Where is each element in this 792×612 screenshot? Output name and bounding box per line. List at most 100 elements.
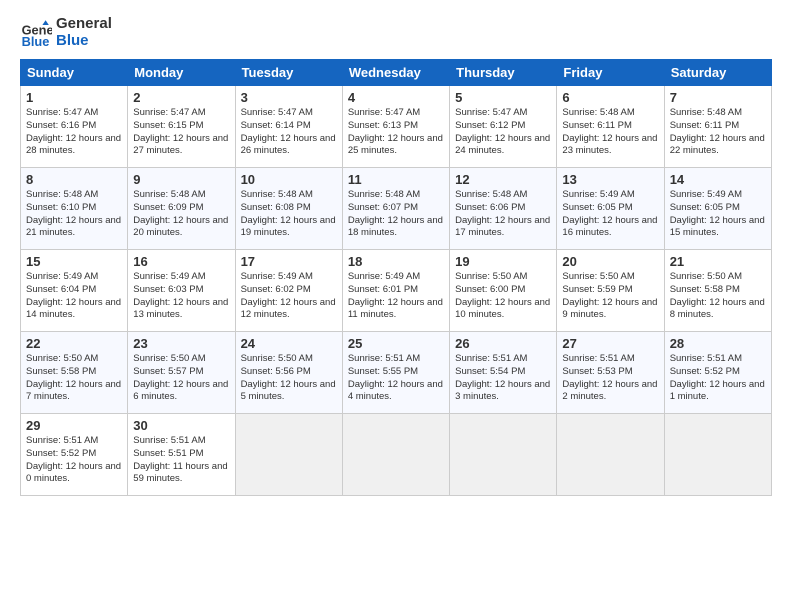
day-number: 30 [133,418,229,433]
weekday-header: Friday [557,60,664,86]
day-number: 24 [241,336,337,351]
calendar-week-row: 15Sunrise: 5:49 AMSunset: 6:04 PMDayligh… [21,250,772,332]
weekday-header: Thursday [450,60,557,86]
day-info: Sunrise: 5:50 AMSunset: 5:59 PMDaylight:… [562,271,658,322]
logo-icon: General Blue [20,17,52,49]
header: General Blue General Blue [20,16,772,49]
day-info: Sunrise: 5:51 AMSunset: 5:53 PMDaylight:… [562,353,658,404]
calendar-day-cell: 9Sunrise: 5:48 AMSunset: 6:09 PMDaylight… [128,168,235,250]
day-info: Sunrise: 5:49 AMSunset: 6:05 PMDaylight:… [670,189,766,240]
calendar-day-cell: 13Sunrise: 5:49 AMSunset: 6:05 PMDayligh… [557,168,664,250]
calendar-day-cell: 17 Sunrise: 5:49 AMSunset: 6:02 PMDayligh… [235,250,342,332]
day-info: Sunrise: 5:48 AMSunset: 6:09 PMDaylight:… [133,189,229,240]
day-info: Sunrise: 5:50 AMSunset: 6:00 PMDaylight:… [455,271,551,322]
calendar-week-row: 22 Sunrise: 5:50 AMSunset: 5:58 PMDayligh… [21,332,772,414]
day-number: 26 [455,336,551,351]
day-number: 11 [348,172,444,187]
calendar-body: 1 Sunrise: 5:47 AMSunset: 6:16 PMDaylight… [21,86,772,496]
day-info: Sunrise: 5:49 AMSunset: 6:02 PMDaylight:… [241,271,337,322]
day-number: 20 [562,254,658,269]
day-info: Sunrise: 5:48 AMSunset: 6:06 PMDaylight:… [455,189,551,240]
day-number: 17 [241,254,337,269]
calendar-day-cell: 27 Sunrise: 5:51 AMSunset: 5:53 PMDayligh… [557,332,664,414]
calendar-day-cell [342,414,449,496]
day-number: 8 [26,172,122,187]
calendar-day-cell: 22 Sunrise: 5:50 AMSunset: 5:58 PMDayligh… [21,332,128,414]
day-number: 4 [348,90,444,105]
day-info: Sunrise: 5:49 AMSunset: 6:03 PMDaylight:… [133,271,229,322]
calendar-day-cell: 10Sunrise: 5:48 AMSunset: 6:08 PMDayligh… [235,168,342,250]
calendar-container: General Blue General Blue SundayMondayTu… [0,0,792,506]
day-number: 15 [26,254,122,269]
calendar-week-row: 1 Sunrise: 5:47 AMSunset: 6:16 PMDaylight… [21,86,772,168]
day-number: 29 [26,418,122,433]
calendar-day-cell: 16Sunrise: 5:49 AMSunset: 6:03 PMDayligh… [128,250,235,332]
day-number: 27 [562,336,658,351]
weekday-header: Wednesday [342,60,449,86]
day-info: Sunrise: 5:51 AMSunset: 5:52 PMDaylight:… [670,353,766,404]
calendar-week-row: 8 Sunrise: 5:48 AMSunset: 6:10 PMDaylight… [21,168,772,250]
calendar-day-cell: 25 Sunrise: 5:51 AMSunset: 5:55 PMDayligh… [342,332,449,414]
day-info: Sunrise: 5:47 AMSunset: 6:15 PMDaylight:… [133,107,229,158]
day-info: Sunrise: 5:51 AMSunset: 5:55 PMDaylight:… [348,353,444,404]
day-info: Sunrise: 5:48 AMSunset: 6:07 PMDaylight:… [348,189,444,240]
day-number: 21 [670,254,766,269]
day-number: 1 [26,90,122,105]
day-info: Sunrise: 5:50 AMSunset: 5:58 PMDaylight:… [26,353,122,404]
calendar-day-cell: 29 Sunrise: 5:51 AMSunset: 5:52 PMDayligh… [21,414,128,496]
day-info: Sunrise: 5:47 AMSunset: 6:12 PMDaylight:… [455,107,551,158]
day-info: Sunrise: 5:47 AMSunset: 6:16 PMDaylight:… [26,107,122,158]
day-info: Sunrise: 5:51 AMSunset: 5:51 PMDaylight:… [133,435,229,486]
day-number: 18 [348,254,444,269]
logo-general: General [56,15,112,32]
day-info: Sunrise: 5:48 AMSunset: 6:11 PMDaylight:… [670,107,766,158]
logo-blue: Blue [56,32,89,49]
day-number: 14 [670,172,766,187]
day-number: 2 [133,90,229,105]
calendar-day-cell: 4 Sunrise: 5:47 AMSunset: 6:13 PMDaylight… [342,86,449,168]
calendar-day-cell: 3Sunrise: 5:47 AMSunset: 6:14 PMDaylight… [235,86,342,168]
day-number: 25 [348,336,444,351]
calendar-day-cell: 30 Sunrise: 5:51 AMSunset: 5:51 PMDayligh… [128,414,235,496]
calendar-day-cell [450,414,557,496]
day-info: Sunrise: 5:47 AMSunset: 6:13 PMDaylight:… [348,107,444,158]
day-number: 19 [455,254,551,269]
day-number: 12 [455,172,551,187]
day-info: Sunrise: 5:49 AMSunset: 6:05 PMDaylight:… [562,189,658,240]
calendar-day-cell: 7 Sunrise: 5:48 AMSunset: 6:11 PMDaylight… [664,86,771,168]
day-info: Sunrise: 5:50 AMSunset: 5:57 PMDaylight:… [133,353,229,404]
day-number: 22 [26,336,122,351]
calendar-header-row: SundayMondayTuesdayWednesdayThursdayFrid… [21,60,772,86]
calendar-week-row: 29 Sunrise: 5:51 AMSunset: 5:52 PMDayligh… [21,414,772,496]
day-number: 7 [670,90,766,105]
day-info: Sunrise: 5:51 AMSunset: 5:54 PMDaylight:… [455,353,551,404]
calendar-day-cell: 20 Sunrise: 5:50 AMSunset: 5:59 PMDayligh… [557,250,664,332]
logo: General Blue General Blue [20,16,112,49]
calendar-day-cell: 21 Sunrise: 5:50 AMSunset: 5:58 PMDayligh… [664,250,771,332]
calendar-day-cell: 19 Sunrise: 5:50 AMSunset: 6:00 PMDayligh… [450,250,557,332]
weekday-header: Saturday [664,60,771,86]
calendar-day-cell: 11 Sunrise: 5:48 AMSunset: 6:07 PMDayligh… [342,168,449,250]
day-info: Sunrise: 5:48 AMSunset: 6:08 PMDaylight:… [241,189,337,240]
calendar-day-cell: 1 Sunrise: 5:47 AMSunset: 6:16 PMDaylight… [21,86,128,168]
calendar-day-cell [235,414,342,496]
day-number: 5 [455,90,551,105]
day-info: Sunrise: 5:48 AMSunset: 6:10 PMDaylight:… [26,189,122,240]
calendar-day-cell: 23Sunrise: 5:50 AMSunset: 5:57 PMDayligh… [128,332,235,414]
calendar-table: SundayMondayTuesdayWednesdayThursdayFrid… [20,59,772,496]
day-info: Sunrise: 5:50 AMSunset: 5:56 PMDaylight:… [241,353,337,404]
calendar-day-cell: 8 Sunrise: 5:48 AMSunset: 6:10 PMDaylight… [21,168,128,250]
calendar-day-cell: 18Sunrise: 5:49 AMSunset: 6:01 PMDayligh… [342,250,449,332]
calendar-day-cell: 2 Sunrise: 5:47 AMSunset: 6:15 PMDaylight… [128,86,235,168]
day-info: Sunrise: 5:48 AMSunset: 6:11 PMDaylight:… [562,107,658,158]
day-number: 28 [670,336,766,351]
calendar-day-cell [557,414,664,496]
day-info: Sunrise: 5:51 AMSunset: 5:52 PMDaylight:… [26,435,122,486]
day-info: Sunrise: 5:47 AMSunset: 6:14 PMDaylight:… [241,107,337,158]
calendar-day-cell: 15Sunrise: 5:49 AMSunset: 6:04 PMDayligh… [21,250,128,332]
day-number: 6 [562,90,658,105]
weekday-header: Monday [128,60,235,86]
calendar-day-cell [664,414,771,496]
calendar-day-cell: 12 Sunrise: 5:48 AMSunset: 6:06 PMDayligh… [450,168,557,250]
day-info: Sunrise: 5:50 AMSunset: 5:58 PMDaylight:… [670,271,766,322]
